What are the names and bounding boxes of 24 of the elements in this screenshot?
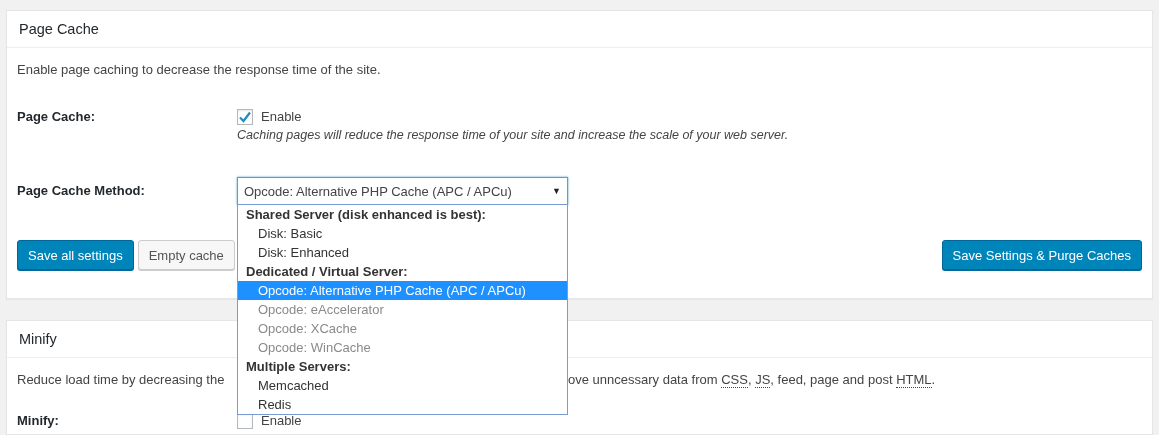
hint-text: Caching pages will reduce the response time of your site and increase the scale of your web server. (237, 127, 789, 143)
field-label: Minify: (17, 412, 60, 430)
option-group-label: Shared Server (disk enhanced is best): (245, 206, 487, 224)
field-label: Page Cache: (17, 108, 97, 126)
caret-icon: ▼ (552, 186, 561, 196)
checkbox[interactable] (237, 109, 253, 125)
description: ove unncessary data from CSS, JS, feed, page and post HTML. (568, 371, 936, 390)
panel-title: Page Cache (19, 21, 99, 37)
option-group-label: Dedicated / Virtual Server: (245, 263, 409, 281)
field-label: Page Cache Method: (17, 182, 146, 200)
empty-cache-button[interactable]: Empty cache (137, 240, 235, 270)
save-purge-button[interactable]: Save Settings & Purge Caches (941, 240, 1142, 270)
dropdown-option[interactable]: Redis (238, 395, 567, 414)
checkbox-label: Enable (261, 108, 302, 126)
dropdown-option[interactable]: Memcached (238, 376, 567, 395)
dropdown-option[interactable]: Disk: Enhanced (238, 243, 567, 262)
dropdown-option[interactable]: Disk: Basic (238, 224, 567, 243)
option-group-label: Multiple Servers: (245, 358, 352, 376)
description: Enable page caching to decrease the response time of the site. (17, 61, 381, 79)
description: Reduce load time by decreasing the (17, 371, 225, 389)
panel-title: Minify (19, 331, 57, 347)
checkbox-label: Enable (261, 412, 302, 430)
method-select[interactable]: Opcode: Alternative PHP Cache (APC / APCu) ▼ (237, 177, 568, 205)
save-button[interactable]: Save all settings (17, 240, 134, 270)
